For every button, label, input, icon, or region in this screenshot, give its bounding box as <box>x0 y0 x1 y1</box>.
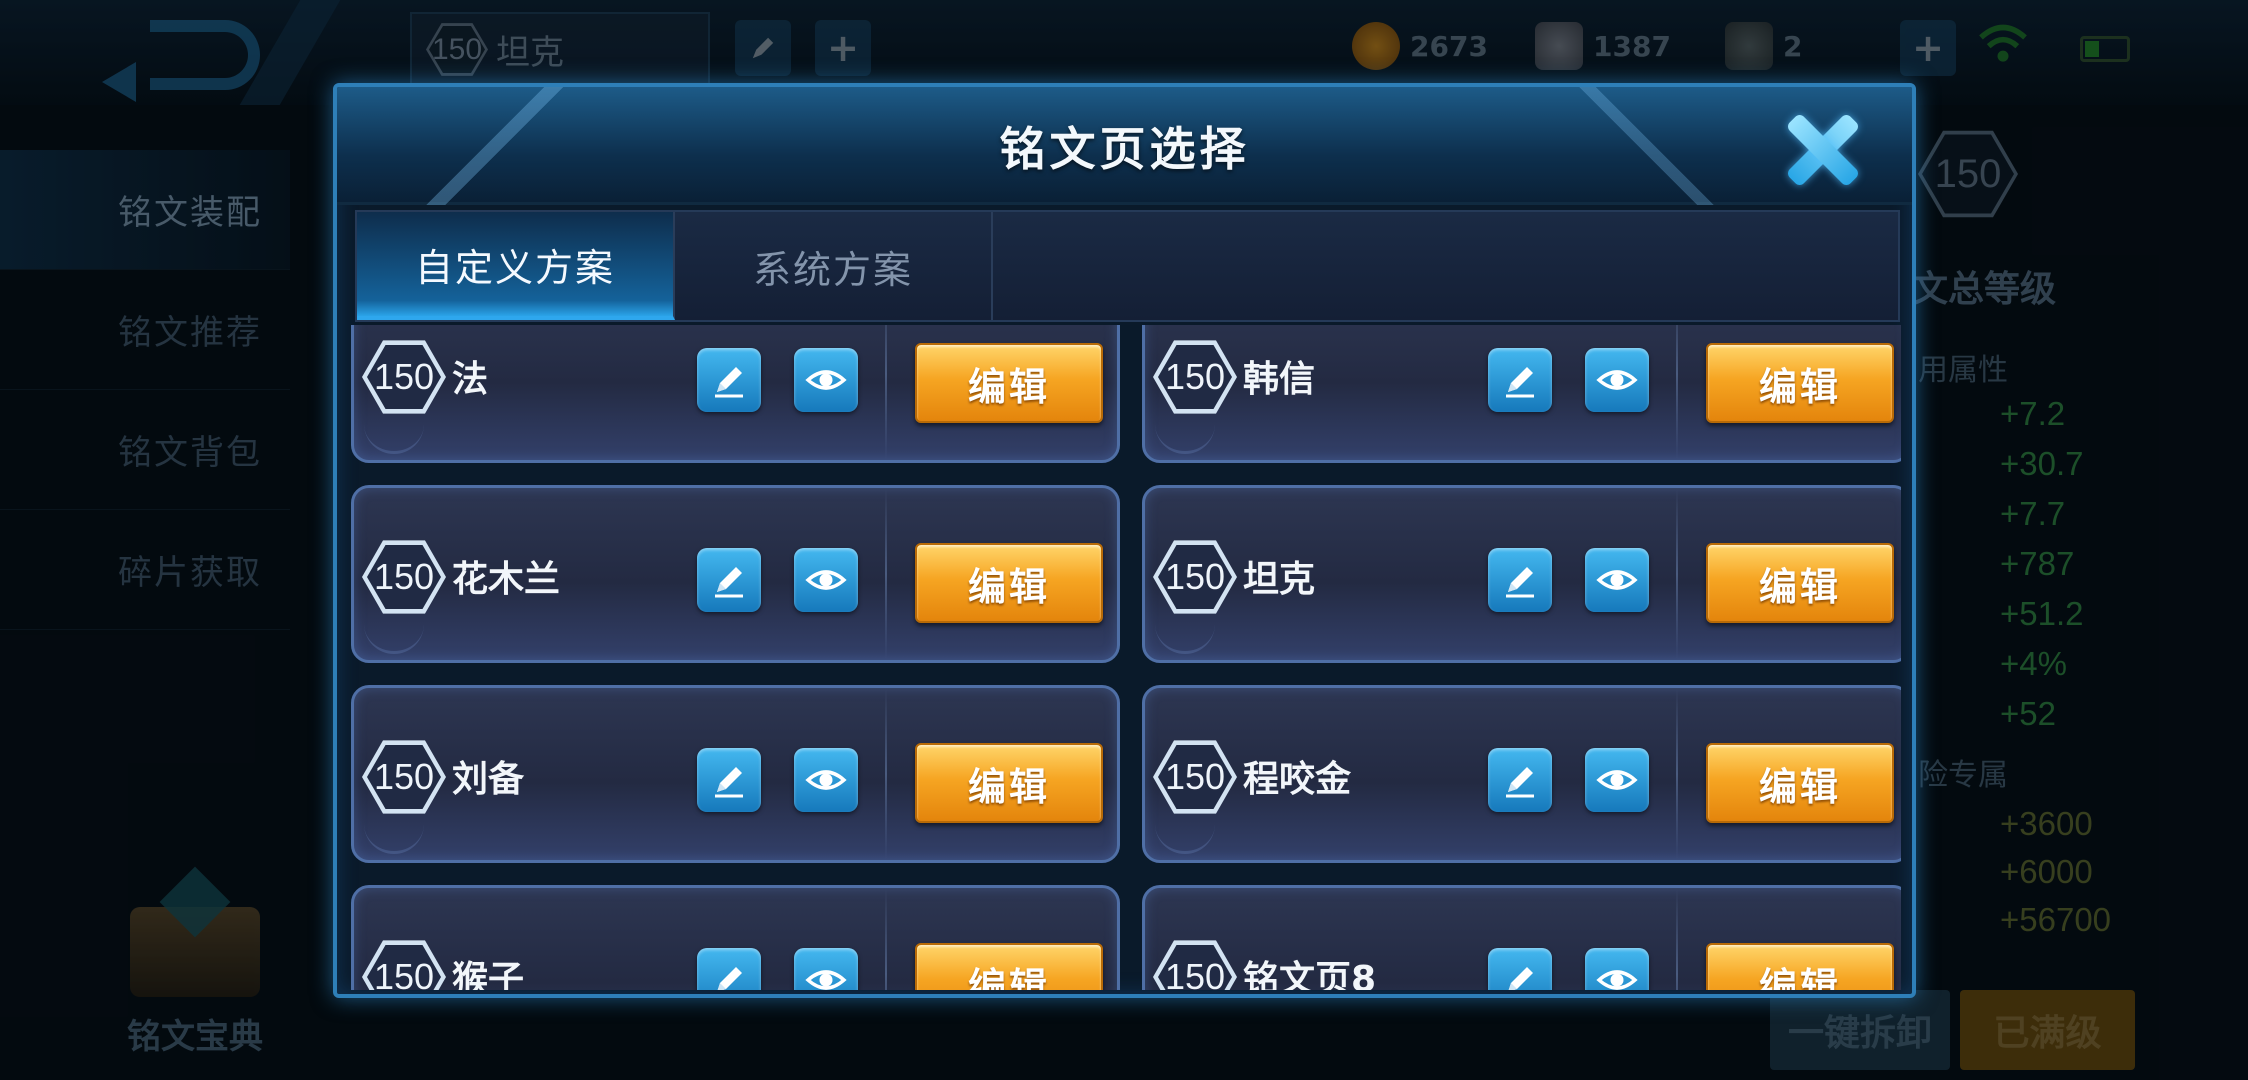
eye-icon <box>1596 570 1638 590</box>
rune-page-card[interactable]: 150 花木兰 编辑 <box>351 485 1120 663</box>
divider <box>1676 688 1678 860</box>
rune-page-select-dialog: 铭文页选择 自定义方案 系统方案 150 法 编辑 150 韩信 编辑 150 … <box>333 83 1916 998</box>
edit-button[interactable]: 编辑 <box>1706 743 1894 823</box>
page-level: 150 <box>1158 545 1232 609</box>
page-level: 150 <box>367 745 441 809</box>
edit-button[interactable]: 编辑 <box>1706 543 1894 623</box>
level-hexagon-icon: 150 <box>362 540 446 614</box>
rune-page-card[interactable]: 150 猴子 编辑 <box>351 885 1120 990</box>
tab-custom-plans[interactable]: 自定义方案 <box>357 212 675 320</box>
rename-button[interactable] <box>697 548 761 612</box>
page-name: 韩信 <box>1243 359 1316 400</box>
close-icon[interactable] <box>1782 109 1864 191</box>
preview-button[interactable] <box>794 348 858 412</box>
eye-icon <box>805 770 847 790</box>
tab-bar: 自定义方案 系统方案 <box>355 210 1900 322</box>
level-hexagon-icon: 150 <box>1153 740 1237 814</box>
pencil-icon <box>1508 967 1533 990</box>
page-level: 150 <box>367 545 441 609</box>
eye-icon <box>1596 770 1638 790</box>
divider <box>1676 325 1678 460</box>
pencil-icon <box>1506 367 1534 398</box>
preview-button[interactable] <box>794 748 858 812</box>
rename-button[interactable] <box>697 748 761 812</box>
edit-button[interactable]: 编辑 <box>1706 943 1894 990</box>
level-hexagon-icon: 150 <box>362 940 446 990</box>
preview-button[interactable] <box>794 548 858 612</box>
level-hexagon-icon: 150 <box>362 340 446 414</box>
eye-icon <box>805 370 847 390</box>
dialog-header: 铭文页选择 <box>337 87 1912 205</box>
page-level: 150 <box>1158 945 1232 990</box>
pencil-icon <box>1506 567 1534 598</box>
rename-button[interactable] <box>1488 348 1552 412</box>
divider <box>1676 888 1678 990</box>
rune-page-card[interactable]: 150 程咬金 编辑 <box>1142 685 1901 863</box>
eye-icon <box>805 970 847 990</box>
eye-icon <box>1596 370 1638 390</box>
eye-icon <box>805 570 847 590</box>
pencil-icon <box>715 367 743 398</box>
rune-page-card[interactable]: 150 法 编辑 <box>351 325 1120 463</box>
rune-page-card[interactable]: 150 坦克 编辑 <box>1142 485 1901 663</box>
page-name: 花木兰 <box>452 559 561 600</box>
rename-button[interactable] <box>1488 948 1552 990</box>
edit-button[interactable]: 编辑 <box>915 343 1103 423</box>
pencil-icon <box>715 567 743 598</box>
page-name: 刘备 <box>452 759 525 800</box>
page-name: 坦克 <box>1243 559 1316 600</box>
edit-button[interactable]: 编辑 <box>915 743 1103 823</box>
page-name: 程咬金 <box>1243 759 1352 800</box>
preview-button[interactable] <box>1585 748 1649 812</box>
divider <box>885 488 887 660</box>
page-level: 150 <box>1158 745 1232 809</box>
rune-page-card[interactable]: 150 韩信 编辑 <box>1142 325 1901 463</box>
divider <box>885 888 887 990</box>
tab-system-plans[interactable]: 系统方案 <box>675 212 993 320</box>
edit-button[interactable]: 编辑 <box>1706 343 1894 423</box>
page-level: 150 <box>1158 345 1232 409</box>
rename-button[interactable] <box>697 948 761 990</box>
pencil-icon <box>715 767 743 798</box>
rename-button[interactable] <box>1488 548 1552 612</box>
page-name: 猴子 <box>452 959 525 990</box>
preview-button[interactable] <box>1585 348 1649 412</box>
level-hexagon-icon: 150 <box>1153 940 1237 990</box>
level-hexagon-icon: 150 <box>362 740 446 814</box>
rename-button[interactable] <box>697 348 761 412</box>
rune-page-card[interactable]: 150 铭文页8 编辑 <box>1142 885 1901 990</box>
edit-button[interactable]: 编辑 <box>915 543 1103 623</box>
preview-button[interactable] <box>1585 548 1649 612</box>
rune-page-list[interactable]: 150 法 编辑 150 韩信 编辑 150 花木兰 编辑 150 坦克 编辑 … <box>351 325 1901 990</box>
preview-button[interactable] <box>1585 948 1649 990</box>
page-level: 150 <box>367 945 441 990</box>
divider <box>885 325 887 460</box>
divider <box>885 688 887 860</box>
pencil-icon <box>717 967 742 990</box>
pencil-icon <box>1506 767 1534 798</box>
page-name: 法 <box>452 359 489 400</box>
rune-page-card[interactable]: 150 刘备 编辑 <box>351 685 1120 863</box>
page-level: 150 <box>367 345 441 409</box>
preview-button[interactable] <box>794 948 858 990</box>
dialog-title: 铭文页选择 <box>999 122 1250 176</box>
rename-button[interactable] <box>1488 748 1552 812</box>
rune-page-grid: 150 法 编辑 150 韩信 编辑 150 花木兰 编辑 150 坦克 编辑 … <box>351 325 1901 990</box>
level-hexagon-icon: 150 <box>1153 340 1237 414</box>
edit-button[interactable]: 编辑 <box>915 943 1103 990</box>
page-name: 铭文页8 <box>1243 959 1377 990</box>
level-hexagon-icon: 150 <box>1153 540 1237 614</box>
eye-icon <box>1596 970 1638 990</box>
divider <box>1676 488 1678 660</box>
